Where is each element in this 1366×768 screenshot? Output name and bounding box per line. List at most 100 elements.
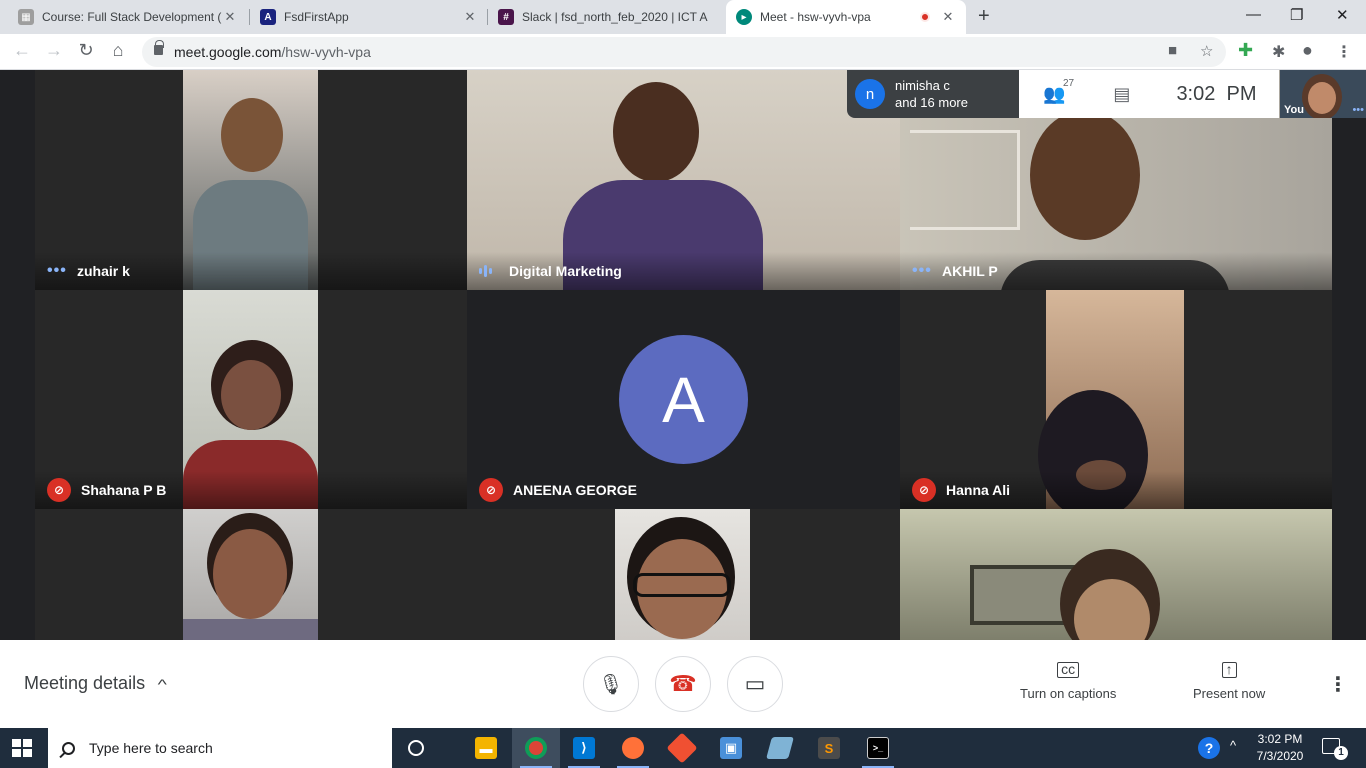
back-icon[interactable]: ← bbox=[10, 40, 34, 61]
browser-menu-icon[interactable]: ⋮ bbox=[1336, 42, 1352, 62]
git-icon bbox=[666, 732, 698, 764]
tab-course[interactable]: ▦ Course: Full Stack Development ( ✕ bbox=[8, 0, 248, 34]
meeting-details-label: Meeting details bbox=[24, 673, 146, 693]
present-label: Present now bbox=[1193, 686, 1266, 701]
participant-tile[interactable] bbox=[467, 509, 900, 640]
chevron-up-icon: ^ bbox=[157, 675, 167, 692]
speaking-indicator-icon bbox=[479, 265, 495, 277]
present-screen-icon: ↑ bbox=[1221, 662, 1237, 678]
firefox-icon bbox=[622, 737, 644, 759]
camera-permission-icon[interactable]: ■ bbox=[1168, 42, 1177, 59]
tab-slack[interactable]: # Slack | fsd_north_feb_2020 | ICT A bbox=[488, 0, 726, 34]
participant-tile[interactable]: ••• zuhair k bbox=[35, 70, 467, 290]
new-tab-button[interactable]: + bbox=[978, 5, 990, 28]
search-icon bbox=[62, 741, 75, 755]
close-icon[interactable]: ✕ bbox=[222, 9, 238, 25]
meeting-clock: 3:02 PM bbox=[1176, 82, 1257, 105]
close-icon[interactable]: ✕ bbox=[940, 9, 956, 25]
meet-icon: ▸ bbox=[736, 9, 752, 25]
windows-taskbar: Type here to search ▬ ⟩ ▣ S >_ ? ^ 3:02 … bbox=[0, 728, 1366, 768]
help-icon[interactable]: ? bbox=[1198, 737, 1220, 759]
minimize-button[interactable]: — bbox=[1246, 6, 1261, 23]
self-view-tile[interactable]: You ••• bbox=[1280, 70, 1366, 118]
participant-name: AKHIL P bbox=[942, 263, 998, 279]
captions-icon: cc bbox=[1057, 662, 1080, 678]
vscode-icon: ⟩ bbox=[573, 737, 595, 759]
extension-plus-icon[interactable]: ✚ bbox=[1238, 40, 1253, 61]
tab-label: Slack | fsd_north_feb_2020 | ICT A bbox=[522, 10, 708, 24]
participants-preview[interactable]: n nimisha c and 16 more bbox=[847, 70, 1022, 118]
git-app[interactable] bbox=[658, 728, 706, 768]
participant-name: Shahana P B bbox=[81, 482, 167, 498]
meeting-info-bar: 👥 27 ▤ 3:02 PM bbox=[1019, 70, 1279, 118]
participant-tile[interactable] bbox=[900, 509, 1332, 640]
present-now-button[interactable]: ↑ Present now bbox=[1193, 662, 1265, 701]
participant-tile[interactable] bbox=[35, 509, 467, 640]
leave-call-button[interactable]: ☎ bbox=[655, 656, 711, 712]
forward-icon[interactable]: → bbox=[42, 40, 66, 61]
chat-icon[interactable]: ▤ bbox=[1113, 84, 1130, 105]
tab-label: Course: Full Stack Development ( bbox=[42, 10, 222, 24]
notes-app[interactable] bbox=[756, 728, 804, 768]
meeting-controls-bar: Meeting details ^ 🎙 ☎ ▭ cc Turn on capti… bbox=[0, 640, 1366, 728]
cortana-button[interactable] bbox=[392, 728, 440, 768]
terminal-app[interactable]: >_ bbox=[854, 728, 902, 768]
chrome-app[interactable] bbox=[512, 728, 560, 768]
restore-button[interactable]: ❐ bbox=[1290, 6, 1303, 24]
tray-chevron-up-icon[interactable]: ^ bbox=[1230, 738, 1236, 753]
more-dots-icon[interactable]: ••• bbox=[1352, 104, 1364, 116]
participant-name: zuhair k bbox=[77, 263, 130, 279]
tab-fsdfirstapp[interactable]: A FsdFirstApp ✕ bbox=[250, 0, 488, 34]
firefox-app[interactable] bbox=[609, 728, 657, 768]
participant-tile[interactable]: Digital Marketing bbox=[467, 70, 900, 290]
address-bar[interactable]: meet.google.com/hsw-vyvh-vpa ■ ☆ bbox=[142, 37, 1226, 67]
windows-start-icon[interactable] bbox=[12, 739, 32, 757]
close-window-button[interactable]: ✕ bbox=[1336, 6, 1349, 24]
mic-off-icon: ⊘ bbox=[479, 478, 503, 502]
url-text[interactable]: meet.google.com/hsw-vyvh-vpa bbox=[174, 44, 371, 60]
participant-tile[interactable]: ⊘ Hanna Ali bbox=[900, 290, 1332, 509]
vscode-app[interactable]: ⟩ bbox=[560, 728, 608, 768]
camera-button[interactable]: ▭ bbox=[727, 656, 783, 712]
home-icon[interactable]: ⌂ bbox=[106, 40, 130, 61]
tab-meet[interactable]: ▸ Meet - hsw-vyvh-vpa ✕ bbox=[726, 0, 966, 34]
captions-label: Turn on captions bbox=[1020, 686, 1117, 701]
meeting-details-button[interactable]: Meeting details ^ bbox=[24, 673, 167, 694]
more-dots-icon: ••• bbox=[912, 262, 932, 279]
meeting-grid: ••• zuhair k Digital Marketing ••• AKHIL… bbox=[0, 70, 1366, 640]
extensions-puzzle-icon[interactable]: ✱ bbox=[1272, 42, 1285, 62]
cortana-icon bbox=[408, 740, 424, 756]
photos-app[interactable]: ▣ bbox=[707, 728, 755, 768]
close-icon[interactable]: ✕ bbox=[462, 9, 478, 25]
mic-off-icon: ⊘ bbox=[912, 478, 936, 502]
sublime-text-icon: S bbox=[818, 737, 840, 759]
sublime-app[interactable]: S bbox=[805, 728, 853, 768]
more-options-icon[interactable]: ⋮ bbox=[1328, 672, 1348, 697]
profile-icon[interactable]: ● bbox=[1302, 40, 1313, 61]
recording-icon bbox=[920, 12, 930, 22]
bookmark-star-icon[interactable]: ☆ bbox=[1200, 42, 1213, 60]
people-button[interactable]: 👥 27 bbox=[1043, 78, 1074, 105]
participant-count: 27 bbox=[1063, 77, 1075, 89]
browser-tab-bar: ▦ Course: Full Stack Development ( ✕ A F… bbox=[0, 0, 1366, 34]
chrome-icon bbox=[525, 737, 547, 759]
image-icon: ▣ bbox=[720, 737, 742, 759]
self-label: You bbox=[1284, 104, 1304, 116]
file-explorer-app[interactable]: ▬ bbox=[462, 728, 510, 768]
course-page-icon: ▦ bbox=[18, 9, 34, 25]
search-placeholder: Type here to search bbox=[89, 740, 213, 756]
participant-name: Hanna Ali bbox=[946, 482, 1011, 498]
avatar: A bbox=[619, 335, 748, 464]
lock-icon bbox=[154, 40, 164, 55]
taskbar-search-input[interactable]: Type here to search bbox=[48, 728, 392, 768]
more-dots-icon: ••• bbox=[47, 262, 67, 279]
notes-icon bbox=[766, 737, 794, 759]
notification-count: 1 bbox=[1334, 746, 1348, 760]
participant-name: ANEENA GEORGE bbox=[513, 482, 637, 498]
participant-tile[interactable]: ⊘ Shahana P B bbox=[35, 290, 467, 509]
reload-icon[interactable]: ↻ bbox=[74, 40, 98, 61]
captions-button[interactable]: cc Turn on captions bbox=[1020, 662, 1116, 701]
system-clock[interactable]: 3:02 PM 7/3/2020 bbox=[1255, 731, 1305, 765]
microphone-button[interactable]: 🎙 bbox=[583, 656, 639, 712]
participant-tile[interactable]: A ⊘ ANEENA GEORGE bbox=[467, 290, 900, 509]
